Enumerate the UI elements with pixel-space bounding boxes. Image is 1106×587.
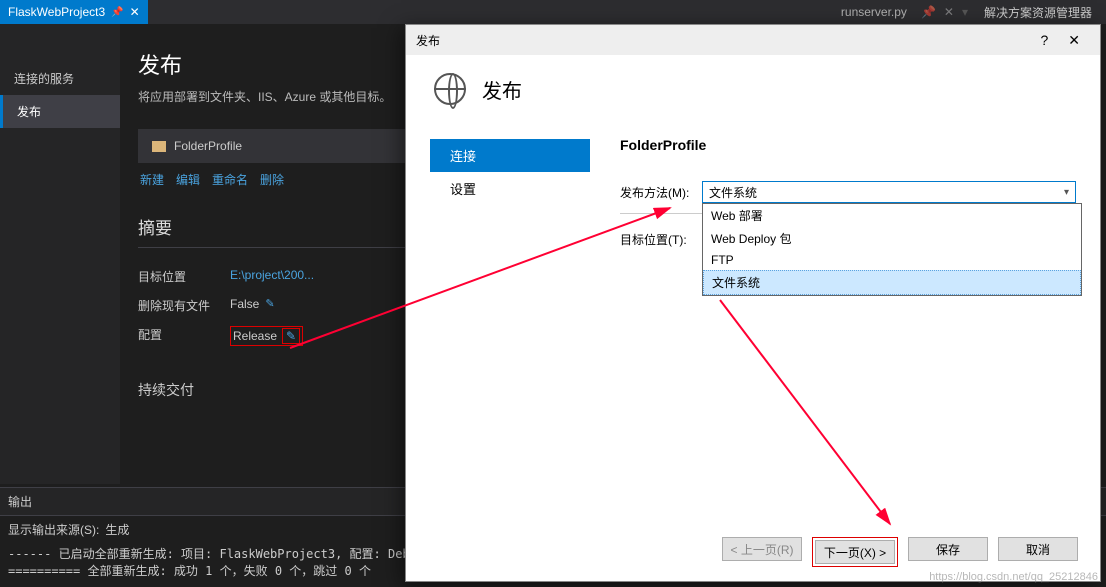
dialog-header: 发布 bbox=[406, 55, 1100, 121]
option-webdeploy[interactable]: Web 部署 bbox=[703, 204, 1081, 227]
sidebar-item-services[interactable]: 连接的服务 bbox=[0, 62, 120, 95]
form-profile-name: FolderProfile bbox=[620, 137, 1076, 153]
delete-label: 删除现有文件 bbox=[138, 297, 230, 314]
cancel-button[interactable]: 取消 bbox=[998, 537, 1078, 561]
delete-value: False bbox=[230, 297, 259, 314]
close-icon[interactable]: ✕ bbox=[944, 5, 954, 19]
solution-explorer-tab[interactable]: 解决方案资源管理器 bbox=[976, 0, 1100, 25]
edit-icon[interactable]: ✎ bbox=[282, 328, 300, 344]
dropdown-icon[interactable]: ▾ bbox=[962, 5, 968, 19]
dialog-title-text: 发布 bbox=[416, 32, 440, 49]
rename-link[interactable]: 重命名 bbox=[212, 171, 248, 188]
document-tab-label: FlaskWebProject3 bbox=[8, 5, 105, 19]
edit-icon[interactable]: ✎ bbox=[265, 297, 274, 314]
option-filesystem[interactable]: 文件系统 bbox=[703, 270, 1081, 295]
publish-method-value: 文件系统 bbox=[709, 184, 757, 201]
globe-icon bbox=[434, 73, 466, 105]
publish-dialog: 发布 ? ✕ 发布 连接 设置 FolderProfile 发布方法(M): 文… bbox=[405, 24, 1101, 582]
config-value: Release bbox=[233, 329, 277, 343]
publish-method-row: 发布方法(M): 文件系统 Web 部署 Web Deploy 包 FTP 文件… bbox=[620, 181, 1076, 203]
target-value[interactable]: E:\project\200... bbox=[230, 268, 314, 285]
delete-link[interactable]: 删除 bbox=[260, 171, 284, 188]
dialog-heading: 发布 bbox=[482, 75, 522, 104]
close-icon[interactable]: ✕ bbox=[130, 5, 140, 19]
left-sidebar: 连接的服务 发布 bbox=[0, 24, 120, 484]
save-button[interactable]: 保存 bbox=[908, 537, 988, 561]
nav-item-settings[interactable]: 设置 bbox=[430, 172, 590, 205]
target-location-label: 目标位置(T): bbox=[620, 231, 702, 248]
output-source-label: 显示输出来源(S): bbox=[8, 521, 99, 538]
option-webdeploy-pkg[interactable]: Web Deploy 包 bbox=[703, 227, 1081, 250]
profile-name: FolderProfile bbox=[174, 139, 242, 153]
nav-item-connection[interactable]: 连接 bbox=[430, 139, 590, 172]
close-button[interactable]: ✕ bbox=[1058, 28, 1090, 53]
help-button[interactable]: ? bbox=[1030, 28, 1058, 52]
watermark: https://blog.csdn.net/qq_25212846 bbox=[929, 571, 1098, 583]
dialog-form: FolderProfile 发布方法(M): 文件系统 Web 部署 Web D… bbox=[590, 131, 1076, 523]
publish-method-label: 发布方法(M): bbox=[620, 184, 702, 201]
folder-icon bbox=[152, 141, 166, 152]
target-label: 目标位置 bbox=[138, 268, 230, 285]
dialog-nav: 连接 设置 bbox=[430, 131, 590, 523]
document-tab[interactable]: FlaskWebProject3 📌 ✕ bbox=[0, 0, 148, 24]
config-highlight-box: Release ✎ bbox=[230, 326, 303, 346]
output-source-value[interactable]: 生成 bbox=[105, 521, 129, 538]
pin-icon[interactable]: 📌 bbox=[111, 7, 123, 18]
sidebar-item-publish[interactable]: 发布 bbox=[0, 95, 120, 128]
new-link[interactable]: 新建 bbox=[140, 171, 164, 188]
prev-button: < 上一页(R) bbox=[722, 537, 802, 561]
next-highlight-box: 下一页(X) > bbox=[812, 537, 898, 567]
option-ftp[interactable]: FTP bbox=[703, 250, 1081, 270]
publish-method-dropdown: Web 部署 Web Deploy 包 FTP 文件系统 bbox=[702, 203, 1082, 296]
main-tab-bar: FlaskWebProject3 📌 ✕ runserver.py 📌 ✕ ▾ … bbox=[0, 0, 1106, 24]
open-file-label[interactable]: runserver.py bbox=[835, 1, 913, 23]
pin-icon[interactable]: 📌 bbox=[921, 5, 936, 19]
dialog-titlebar[interactable]: 发布 ? ✕ bbox=[406, 25, 1100, 55]
next-button[interactable]: 下一页(X) > bbox=[815, 540, 895, 564]
edit-link[interactable]: 编辑 bbox=[176, 171, 200, 188]
config-label: 配置 bbox=[138, 326, 230, 346]
publish-method-select[interactable]: 文件系统 bbox=[702, 181, 1076, 203]
